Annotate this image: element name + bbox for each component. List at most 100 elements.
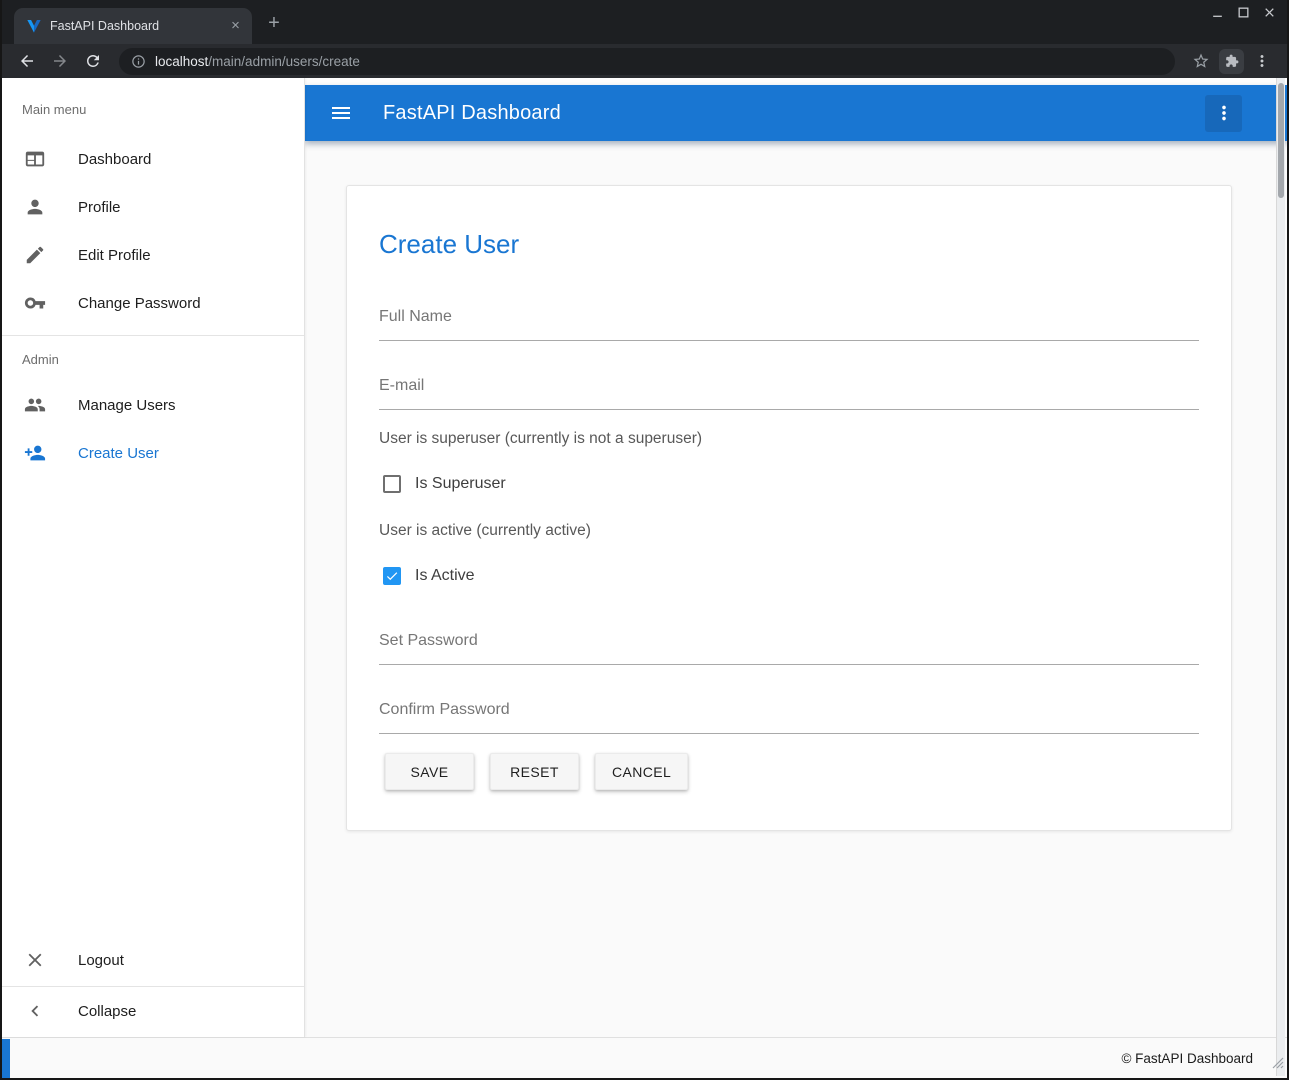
back-icon [18,52,36,70]
input-underline [379,340,1199,341]
input-underline [379,664,1199,665]
minimize-button[interactable] [1209,5,1225,20]
footer-accent-strip [2,1039,10,1078]
page-scrollbar[interactable] [1276,78,1285,1076]
collapse-label: Collapse [78,1003,136,1020]
form-buttons: SAVE RESET CANCEL [379,753,1199,790]
email-input[interactable]: E-mail [379,375,1199,410]
sidebar-item-label: Profile [78,199,121,216]
active-checkbox-label: Is Active [415,567,475,585]
dashboard-icon [24,148,46,170]
vuetify-favicon [26,18,42,34]
sidebar-item-change-password[interactable]: Change Password [2,279,304,327]
url-text: localhost/main/admin/users/create [155,54,360,69]
person-icon [24,196,46,218]
active-checkbox-row[interactable]: Is Active [379,566,1199,586]
footer-copyright: © FastAPI Dashboard [1121,1051,1253,1066]
new-tab-button[interactable]: + [260,10,288,38]
confirm-password-label: Confirm Password [379,699,1199,721]
sidebar-item-label: Create User [78,445,159,462]
superuser-note: User is superuser (currently is not a su… [379,428,1199,450]
confirm-password-input[interactable]: Confirm Password [379,699,1199,734]
tab-strip: FastAPI Dashboard × + [2,0,1287,44]
sidebar: Main menu Dashboard Profile Edit Profile… [2,78,305,1037]
url-bar[interactable]: localhost/main/admin/users/create [119,48,1175,75]
reload-icon [84,52,102,70]
app-page: Main menu Dashboard Profile Edit Profile… [2,78,1287,1037]
sidebar-section-admin: Admin [2,336,304,381]
check-icon [385,569,399,583]
browser-menu-button[interactable] [1247,47,1277,75]
create-user-card: Create User Full Name E-mail User is sup… [346,185,1232,831]
forward-icon [51,52,69,70]
app-footer: © FastAPI Dashboard [2,1037,1287,1078]
superuser-checkbox-label: Is Superuser [415,475,506,493]
tab-close-icon[interactable]: × [227,18,244,35]
window-controls [1209,5,1277,20]
logout-button[interactable]: Logout [2,936,304,984]
active-checkbox[interactable] [383,567,401,585]
set-password-label: Set Password [379,630,1199,652]
resize-grip-icon[interactable] [1272,1056,1284,1074]
extensions-button[interactable] [1219,49,1244,74]
kebab-icon [1213,102,1235,124]
appbar-menu-button[interactable] [1205,95,1242,132]
email-label: E-mail [379,375,1199,397]
extension-icon [1225,54,1239,68]
cancel-button[interactable]: CANCEL [595,753,688,790]
input-underline [379,733,1199,734]
full-name-label: Full Name [379,306,1199,328]
content-area: Create User Full Name E-mail User is sup… [305,141,1287,1037]
site-info-icon[interactable] [131,54,146,69]
sidebar-item-dashboard[interactable]: Dashboard [2,135,304,183]
set-password-input[interactable]: Set Password [379,630,1199,665]
sidebar-item-label: Manage Users [78,397,176,414]
browser-tab[interactable]: FastAPI Dashboard × [14,8,252,44]
app-bar: FastAPI Dashboard [305,85,1287,141]
main-area: FastAPI Dashboard Create User Full Name … [305,78,1287,1037]
logout-label: Logout [78,952,124,969]
star-icon [1192,52,1210,70]
appbar-title: FastAPI Dashboard [383,102,561,125]
forward-button[interactable] [45,47,75,75]
active-note: User is active (currently active) [379,520,1199,542]
people-icon [24,394,46,416]
sidebar-item-label: Change Password [78,295,201,312]
hamburger-icon [329,101,353,125]
sidebar-section-main: Main menu [2,78,304,135]
reset-button[interactable]: RESET [490,753,579,790]
tab-title: FastAPI Dashboard [50,19,219,33]
superuser-checkbox-row[interactable]: Is Superuser [379,474,1199,494]
scrollbar-thumb[interactable] [1278,83,1284,198]
sidebar-item-label: Dashboard [78,151,151,168]
bookmark-star-button[interactable] [1186,47,1216,75]
save-button[interactable]: SAVE [385,753,474,790]
sidebar-item-label: Edit Profile [78,247,151,264]
key-icon [24,292,46,314]
person-add-icon [24,442,46,464]
chevron-left-icon [24,1000,46,1022]
browser-window: FastAPI Dashboard × + local [0,0,1289,1080]
sidebar-item-edit-profile[interactable]: Edit Profile [2,231,304,279]
kebab-icon [1253,52,1271,70]
back-button[interactable] [12,47,42,75]
top-gap [305,78,1287,85]
url-path: /main/admin/users/create [208,54,360,69]
sidebar-item-create-user[interactable]: Create User [2,429,304,477]
input-underline [379,409,1199,410]
page-title: Create User [379,228,1199,260]
pencil-icon [24,244,46,266]
reload-button[interactable] [78,47,108,75]
superuser-checkbox[interactable] [383,475,401,493]
hamburger-menu-button[interactable] [321,93,361,133]
sidebar-bottom: Logout Collapse [2,936,304,1037]
close-x-icon [24,949,46,971]
full-name-input[interactable]: Full Name [379,306,1199,341]
maximize-button[interactable] [1235,5,1251,20]
sidebar-item-profile[interactable]: Profile [2,183,304,231]
url-host: localhost [155,54,208,69]
browser-toolbar: localhost/main/admin/users/create [2,44,1287,78]
sidebar-item-manage-users[interactable]: Manage Users [2,381,304,429]
collapse-button[interactable]: Collapse [2,987,304,1035]
close-button[interactable] [1261,5,1277,20]
